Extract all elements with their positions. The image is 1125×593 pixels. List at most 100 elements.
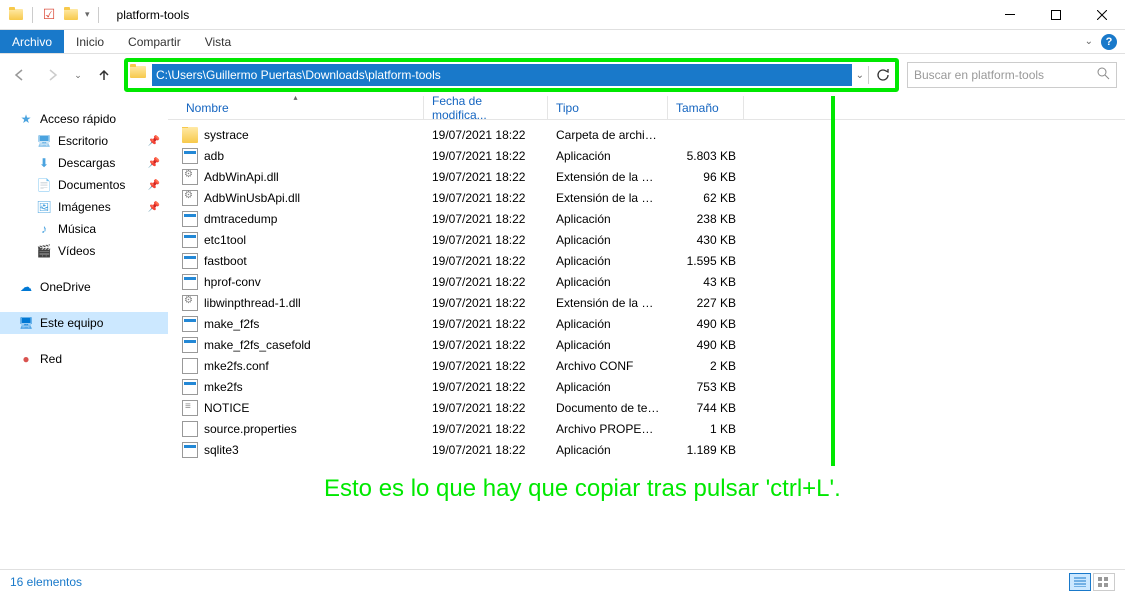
file-row[interactable]: mke2fs.conf 19/07/2021 18:22 Archivo CON… [168,355,1125,376]
pin-icon: 📌 [148,158,160,169]
forward-button[interactable] [40,63,64,87]
separator [868,66,869,84]
sidebar-item-escritorio[interactable]: 🖥Escritorio📌 [0,130,168,152]
sort-indicator-icon: ▴ [293,96,297,102]
sidebar-item-documentos[interactable]: 📄Documentos📌 [0,174,168,196]
file-type: Extensión de la apl... [548,170,668,184]
txt-icon [182,400,198,416]
file-row[interactable]: hprof-conv 19/07/2021 18:22 Aplicación 4… [168,271,1125,292]
file-size: 96 KB [668,170,744,184]
file-name: dmtracedump [204,212,277,226]
refresh-button[interactable] [873,65,893,85]
sidebar-item-imágenes[interactable]: 🖼Imágenes📌 [0,196,168,218]
blank-icon [182,421,198,437]
sidebar-item-música[interactable]: ♪Música [0,218,168,240]
sidebar-onedrive[interactable]: ☁ OneDrive [0,276,168,298]
file-row[interactable]: fastboot 19/07/2021 18:22 Aplicación 1.5… [168,250,1125,271]
titlebar: ☑ ▾ platform-tools [0,0,1125,30]
sidebar-item-label: Documentos [58,178,125,192]
sidebar-item-vídeos[interactable]: 🎬Vídeos [0,240,168,262]
exe-icon [182,253,198,269]
folder-small-icon[interactable] [63,7,79,23]
column-name[interactable]: Nombre▴ [168,96,424,119]
file-row[interactable]: mke2fs 19/07/2021 18:22 Aplicación 753 K… [168,376,1125,397]
sidebar-this-pc[interactable]: 🖥 Este equipo [0,312,168,334]
window-controls [987,0,1125,30]
downloads-icon: ⬇ [36,155,52,171]
file-type: Aplicación [548,338,668,352]
exe-icon [182,274,198,290]
file-date: 19/07/2021 18:22 [424,275,548,289]
sidebar-network[interactable]: ● Red [0,348,168,370]
file-name: mke2fs [204,380,243,394]
file-list: systrace 19/07/2021 18:22 Carpeta de arc… [168,120,1125,460]
ribbon-collapse-icon[interactable]: ⌄ [1085,36,1093,47]
search-icon[interactable] [1097,67,1110,83]
tab-vista[interactable]: Vista [193,30,243,53]
file-row[interactable]: etc1tool 19/07/2021 18:22 Aplicación 430… [168,229,1125,250]
file-row[interactable]: adb 19/07/2021 18:22 Aplicación 5.803 KB [168,145,1125,166]
file-type: Extensión de la apl... [548,191,668,205]
maximize-button[interactable] [1033,0,1079,30]
window-title: platform-tools [117,8,190,22]
help-icon[interactable]: ? [1101,34,1117,50]
file-type: Aplicación [548,443,668,457]
file-row[interactable]: dmtracedump 19/07/2021 18:22 Aplicación … [168,208,1125,229]
file-size: 430 KB [668,233,744,247]
column-date[interactable]: Fecha de modifica... [424,96,548,119]
file-row[interactable]: sqlite3 19/07/2021 18:22 Aplicación 1.18… [168,439,1125,460]
file-row[interactable]: NOTICE 19/07/2021 18:22 Documento de tex… [168,397,1125,418]
address-dropdown-icon[interactable]: ⌄ [856,70,864,81]
address-bar: ⌄ [124,58,899,92]
file-type: Aplicación [548,275,668,289]
icons-view-button[interactable] [1093,573,1115,591]
file-name: fastboot [204,254,247,268]
file-date: 19/07/2021 18:22 [424,170,548,184]
column-size[interactable]: Tamaño [668,96,744,119]
sidebar-quick-access[interactable]: ★ Acceso rápido [0,108,168,130]
tab-archivo[interactable]: Archivo [0,30,64,53]
file-type: Aplicación [548,212,668,226]
exe-icon [182,148,198,164]
recent-dropdown-icon[interactable]: ⌄ [72,63,84,87]
file-row[interactable]: make_f2fs 19/07/2021 18:22 Aplicación 49… [168,313,1125,334]
search-input[interactable] [914,68,1097,82]
ribbon: Archivo Inicio Compartir Vista ⌄ ? [0,30,1125,54]
network-icon: ● [18,351,34,367]
file-row[interactable]: source.properties 19/07/2021 18:22 Archi… [168,418,1125,439]
details-view-button[interactable] [1069,573,1091,591]
minimize-button[interactable] [987,0,1033,30]
tab-inicio[interactable]: Inicio [64,30,116,53]
folder-icon [130,66,148,84]
sidebar-item-descargas[interactable]: ⬇Descargas📌 [0,152,168,174]
file-row[interactable]: make_f2fs_casefold 19/07/2021 18:22 Apli… [168,334,1125,355]
qat-dropdown-icon[interactable]: ▾ [85,9,90,20]
file-size: 2 KB [668,359,744,373]
file-row[interactable]: systrace 19/07/2021 18:22 Carpeta de arc… [168,124,1125,145]
file-type: Aplicación [548,380,668,394]
tab-compartir[interactable]: Compartir [116,30,193,53]
status-count: 16 elementos [10,575,82,589]
file-row[interactable]: AdbWinUsbApi.dll 19/07/2021 18:22 Extens… [168,187,1125,208]
up-button[interactable] [92,63,116,87]
file-row[interactable]: AdbWinApi.dll 19/07/2021 18:22 Extensión… [168,166,1125,187]
star-icon: ★ [18,111,34,127]
pin-icon: 📌 [148,202,160,213]
address-input[interactable] [152,64,852,86]
sidebar-item-label: Este equipo [40,316,103,330]
file-name: NOTICE [204,401,249,415]
dll-icon [182,190,198,206]
file-name: mke2fs.conf [204,359,269,373]
file-date: 19/07/2021 18:22 [424,401,548,415]
properties-icon[interactable]: ☑ [41,7,57,23]
dll-icon [182,295,198,311]
back-button[interactable] [8,63,32,87]
file-name: AdbWinUsbApi.dll [204,191,300,205]
column-type[interactable]: Tipo [548,96,668,119]
file-date: 19/07/2021 18:22 [424,380,548,394]
pin-icon: 📌 [148,136,160,147]
file-type: Archivo PROPERTI... [548,422,668,436]
file-row[interactable]: libwinpthread-1.dll 19/07/2021 18:22 Ext… [168,292,1125,313]
close-button[interactable] [1079,0,1125,30]
file-date: 19/07/2021 18:22 [424,233,548,247]
